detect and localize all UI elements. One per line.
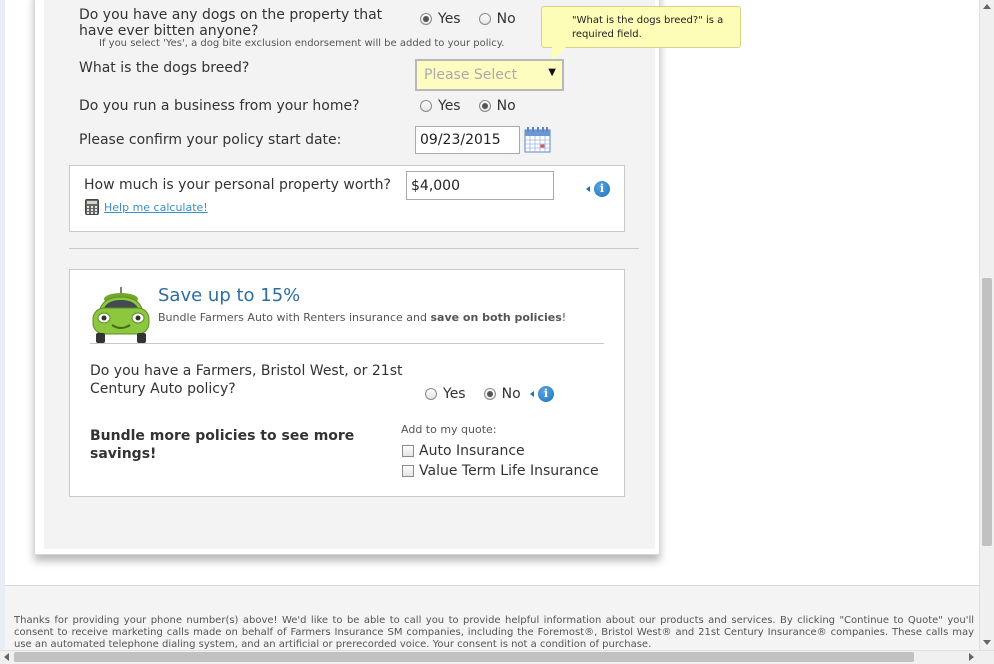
dogs-bitten-radio-group: Yes No (420, 11, 534, 27)
bundle-divider (90, 343, 604, 344)
scroll-down-icon[interactable] (983, 640, 991, 645)
auto-info-icon[interactable]: i (538, 386, 554, 402)
required-field-tooltip-text: "What is the dogs breed?" is a required … (572, 15, 724, 40)
business-home-question: Do you run a business from your home? (79, 98, 360, 114)
bundle-title: Save up to 15% (158, 285, 301, 306)
auto-policy-question: Do you have a Farmers, Bristol West, or … (90, 363, 403, 397)
business-home-yes-label[interactable]: Yes (438, 98, 461, 114)
calculator-icon[interactable] (85, 199, 99, 215)
bundle-description: Bundle Farmers Auto with Renters insuran… (158, 311, 566, 324)
auto-insurance-option[interactable]: Auto Insurance (402, 443, 525, 459)
auto-insurance-label[interactable]: Auto Insurance (419, 443, 525, 459)
auto-policy-no-radio[interactable] (483, 388, 496, 400)
vertical-scrollbar-thumb[interactable] (982, 278, 992, 546)
required-field-tooltip: "What is the dogs breed?" is a required … (541, 6, 741, 48)
dogs-bitten-no-label[interactable]: No (497, 11, 516, 27)
info-icon[interactable]: i (594, 181, 610, 197)
business-home-no-label[interactable]: No (497, 98, 516, 114)
dogs-bitten-no-radio[interactable] (478, 13, 491, 25)
calendar-icon[interactable] (524, 127, 551, 153)
dog-bite-exclusion-note: If you select 'Yes', a dog bite exclusio… (99, 38, 505, 49)
dogs-bitten-yes-radio[interactable] (420, 13, 432, 25)
auto-policy-radio-group: Yes No (425, 386, 539, 402)
consent-disclaimer: Thanks for providing your phone number(s… (14, 615, 974, 649)
dogs-bitten-yes-label[interactable]: Yes (438, 11, 461, 27)
car-icon (92, 287, 150, 343)
start-date-input[interactable]: 09/23/2015 (415, 126, 520, 154)
value-term-life-label[interactable]: Value Term Life Insurance (419, 463, 599, 479)
dogs-bitten-question: Do you have any dogs on the property tha… (79, 7, 383, 39)
scroll-up-icon[interactable] (983, 4, 991, 9)
personal-property-input[interactable]: $4,000 (406, 171, 554, 200)
auto-policy-yes-radio[interactable] (425, 388, 437, 400)
business-home-radio-group: Yes No (420, 98, 534, 114)
auto-info-pointer (530, 391, 534, 397)
personal-property-question: How much is your personal property worth… (84, 177, 391, 193)
start-date-question: Please confirm your policy start date: (79, 132, 342, 148)
auto-policy-yes-label[interactable]: Yes (443, 386, 466, 402)
bundle-desc-prefix: Bundle Farmers Auto with Renters insuran… (158, 311, 431, 324)
chevron-down-icon: ▼ (548, 67, 556, 78)
bundle-desc-bold: save on both policies (430, 311, 562, 324)
auto-policy-no-label[interactable]: No (502, 386, 521, 402)
info-pointer (586, 186, 590, 192)
business-home-yes-radio[interactable] (420, 100, 432, 112)
bundle-more-savings-text: Bundle more policies to see more savings… (90, 428, 355, 462)
bundle-desc-suffix: ! (561, 311, 567, 324)
dog-breed-select[interactable]: Please Select ▼ (415, 59, 564, 91)
auto-insurance-checkbox[interactable] (402, 445, 414, 457)
business-home-no-radio[interactable] (478, 100, 491, 112)
horizontal-scrollbar-thumb[interactable] (14, 652, 914, 662)
dog-breed-question: What is the dogs breed? (79, 60, 250, 76)
section-divider (69, 248, 639, 249)
scroll-right-icon[interactable] (969, 653, 974, 661)
value-term-life-option[interactable]: Value Term Life Insurance (402, 463, 599, 479)
scroll-left-icon[interactable] (4, 653, 9, 661)
help-me-calculate-link[interactable]: Help me calculate! (104, 201, 208, 214)
dog-breed-placeholder: Please Select (424, 67, 518, 83)
add-to-quote-label: Add to my quote: (401, 423, 497, 436)
value-term-life-checkbox[interactable] (402, 465, 414, 477)
